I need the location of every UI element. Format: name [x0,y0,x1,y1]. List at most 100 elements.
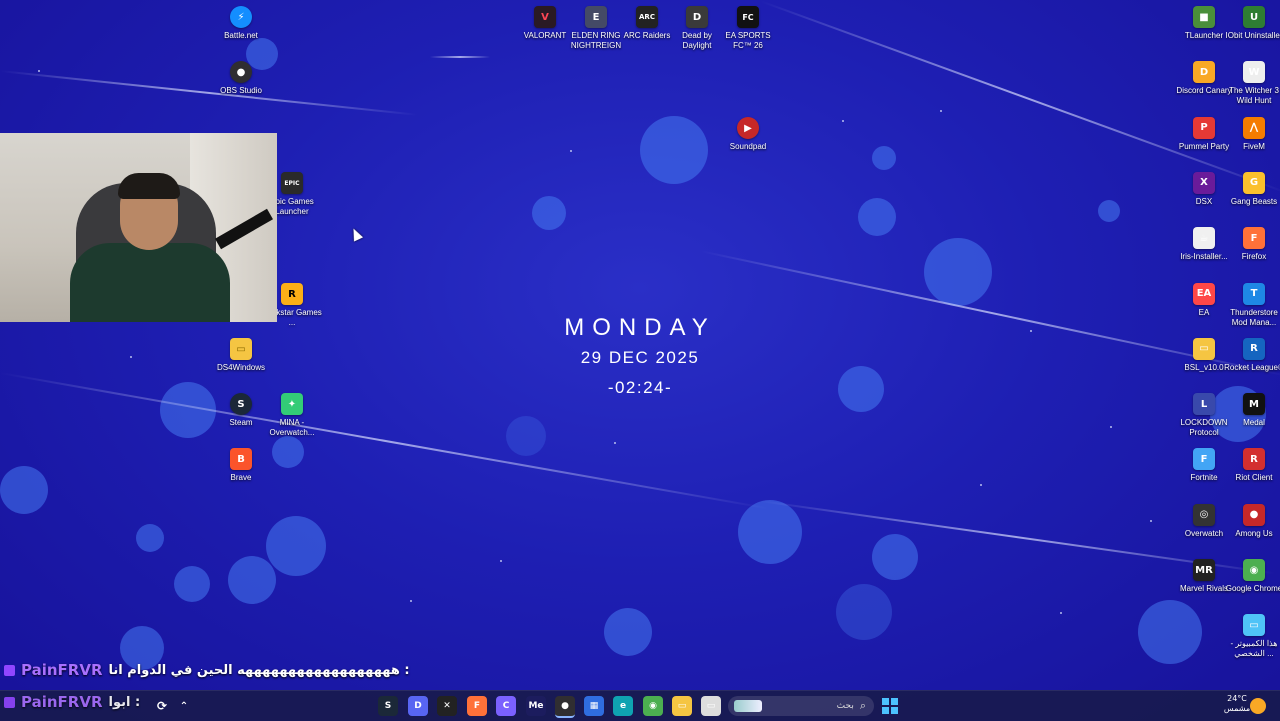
dsx-icon: X [1193,171,1215,194]
chat-text: : ابوا [108,694,141,710]
sun-icon [1250,698,1266,714]
desktop-icon-lockdown[interactable]: L LOCKDOWN Protocol [1176,393,1232,438]
iobit-icon: U [1243,6,1265,28]
media-encoder-taskbar-icon[interactable]: Me [526,696,546,716]
mina-icon: ✦ [281,393,303,415]
thunderstore-icon: T [1243,282,1265,305]
among-us-icon: ● [1243,503,1265,526]
firefox-taskbar-icon[interactable]: F [467,696,487,716]
desktop-icon-medal[interactable]: M Medal [1226,393,1280,428]
medal-icon: M [1243,393,1265,416]
copilot-taskbar-icon[interactable]: C [496,696,516,716]
desktop-icon-battlenet[interactable]: ⚡ Battle.net [213,6,269,41]
fivem-icon: ⋀ [1243,116,1265,139]
java-icon: ☕ [1193,227,1215,250]
desktop-icon-obs-studio[interactable]: ● OBS Studio [213,61,269,96]
ea-icon: EA [1193,282,1215,305]
pummel-party-icon: P [1193,116,1215,139]
desktop-icon-elden-ring[interactable]: E ELDEN RING NIGHTREIGN [568,6,624,51]
search-placeholder: بحث [836,701,854,711]
rocket-league-icon: R [1243,337,1265,360]
desktop-icon-iobit[interactable]: U IObit Uninstaller [1226,6,1280,41]
twitch-badge-icon [4,696,15,708]
desktop-icon-mina[interactable]: ✦ MINA - Overwatch... [264,393,320,438]
chat-message: PainFRVR : ابوا [4,693,140,711]
desktop-icon-thunderstore[interactable]: T Thunderstore Mod Mana... [1226,282,1280,328]
desktop-icon-label: MINA - Overwatch... [269,418,315,437]
arc-raiders-icon: ARC [636,6,658,28]
folder-icon: ▭ [1193,337,1215,360]
desktop-icon-valorant[interactable]: V VALORANT [517,6,573,41]
desktop-icon-dead-by-daylight[interactable]: D Dead by Daylight [669,6,725,51]
desktop-icon-label: OBS Studio [220,86,262,95]
clock-date: 29 DEC 2025 [580,348,700,367]
desktop-icon-label: Riot Client [1235,473,1273,483]
desktop-icon-fivem[interactable]: ⋀ FiveM [1226,116,1280,152]
desktop-icon-brave[interactable]: B Brave [213,448,269,483]
desktop-icon-label: Medal [1243,418,1265,428]
desktop-icon-label: Soundpad [729,142,767,151]
chat-text: : ههههههههههههههههههه الحين في الدوام ان… [108,662,410,678]
clock-widget: MONDAY 29 DEC 2025 -02:24- [540,314,740,398]
taskbar: ⟳ ⌃ S D ✕ F C Me ● ▦ e ◉ ▭ ▭ بحث ⌕ 24°C مشمس [0,690,1280,721]
clock-day: MONDAY [564,314,716,341]
twitch-badge-icon [4,664,15,676]
webcam-overlay [0,133,277,322]
chat-username: PainFRVR [21,693,103,711]
rockstar-icon: R [281,283,303,305]
desktop-icon-firefox[interactable]: F Firefox [1226,227,1280,262]
desktop-icon-riot-client[interactable]: R Riot Client [1226,448,1280,483]
desktop-icon-label: Rocket League® [1224,362,1280,372]
witcher-icon: W [1243,61,1265,84]
app-taskbar-icon[interactable]: ▭ [701,696,721,716]
desktop-icon-steam[interactable]: S Steam [213,393,269,428]
clock-time: -02:24- [607,378,673,397]
obs-taskbar-icon[interactable]: ● [555,696,575,718]
chrome-taskbar-icon[interactable]: ◉ [643,696,663,716]
desktop-icon-label: هذا الكمبيوتر - الشخصي ... [1230,639,1278,659]
edge-taskbar-icon[interactable]: e [613,696,633,716]
valorant-icon: V [534,6,556,28]
firefox-icon: F [1243,227,1265,250]
brave-icon: B [230,448,252,470]
dead-by-daylight-icon: D [686,6,708,28]
search-box[interactable]: بحث ⌕ [728,696,874,716]
desktop-icon-label: DS4Windows [216,363,265,372]
desktop-icon-among-us[interactable]: ● Among Us [1226,503,1280,539]
webcam-person-body [70,243,230,322]
desktop-icon-label: Gang Beasts [1230,196,1278,206]
riot-client-icon: R [1243,448,1265,471]
desktop-icon-label: Firefox [1241,252,1267,262]
obs-icon: ● [230,61,252,83]
ea-fc-icon: FC [737,6,759,28]
desktop-icon-label: Battle.net [224,31,258,40]
desktop-icon-rocket-league[interactable]: R Rocket League® [1224,337,1280,373]
desktop-icon-ds4windows[interactable]: ▭ DS4Windows [213,338,269,373]
discord-taskbar-icon[interactable]: D [408,696,428,716]
this-pc-icon: ▭ [1243,614,1265,637]
desktop-icon-ea-fc[interactable]: FC EA SPORTS FC™ 26 [720,6,776,51]
chat-message: PainFRVR : ههههههههههههههههههه الحين في … [4,661,410,679]
desktop-icon-label: Among Us [1235,528,1273,538]
start-button[interactable] [880,696,900,716]
marvel-rivals-icon: MR [1193,559,1215,581]
desktop-icon-this-pc[interactable]: ▭ هذا الكمبيوتر - الشخصي ... [1226,614,1280,659]
chrome-icon: ◉ [1243,559,1265,581]
desktop-icon-label: FiveM [1243,141,1265,151]
desktop-icon-label: EA SPORTS FC™ 26 [725,31,771,50]
capcut-taskbar-icon[interactable]: ✕ [437,696,457,716]
file-explorer-taskbar-icon[interactable]: ▭ [672,696,692,716]
steam-taskbar-icon[interactable]: S [378,696,398,716]
chat-username: PainFRVR [21,661,103,679]
store-taskbar-icon[interactable]: ▦ [584,696,604,716]
sync-icon[interactable]: ⟳ [153,697,171,715]
desktop-icon-chrome[interactable]: ◉ Google Chrome [1226,559,1280,594]
elden-ring-icon: E [585,6,607,28]
desktop-icon-gang-beasts[interactable]: G Gang Beasts [1226,171,1280,207]
folder-icon: ▭ [230,338,252,360]
chevron-up-icon[interactable]: ⌃ [176,697,192,715]
desktop-icon-soundpad[interactable]: ▶ Soundpad [720,117,776,152]
steam-icon: S [230,393,252,415]
desktop-icon-witcher[interactable]: W The Witcher 3 Wild Hunt [1226,61,1280,106]
search-highlight-image [734,700,762,712]
